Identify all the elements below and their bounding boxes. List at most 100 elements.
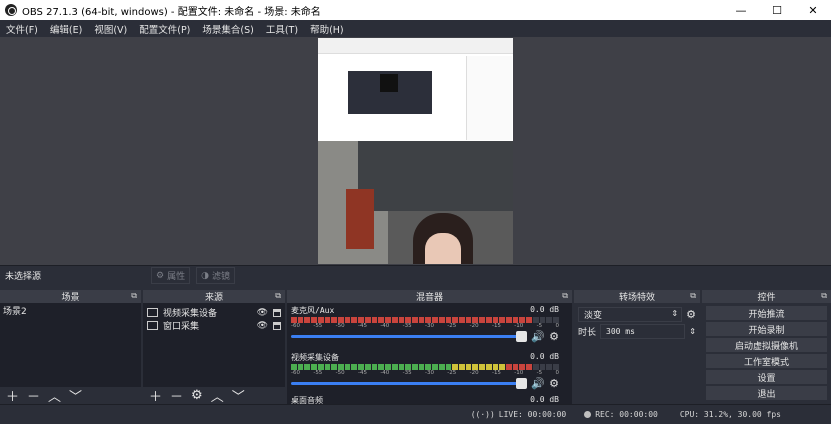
- scene-item[interactable]: 场景2: [0, 306, 141, 319]
- meter-tick-label: -60: [291, 323, 300, 329]
- mixer-channel-video-capture: 视频采集设备 0.0 dB -60 -55 -50 -45 -40 -35 -30 -25 -2…: [291, 352, 559, 390]
- meter-segment: [304, 317, 311, 323]
- remove-scene-icon[interactable]: －: [27, 386, 40, 405]
- maximize-button[interactable]: ☐: [759, 0, 795, 20]
- slider-knob[interactable]: [516, 331, 528, 342]
- lock-icon[interactable]: [273, 321, 281, 330]
- webcam-preview: [318, 141, 513, 264]
- nested-obs-thumbnail: [348, 71, 432, 114]
- add-source-icon[interactable]: ＋: [149, 386, 162, 405]
- source-label: 视频采集设备: [163, 309, 218, 319]
- gear-icon[interactable]: ⚙: [549, 330, 559, 343]
- meter-segment: [546, 364, 553, 370]
- meter-segment: [485, 317, 492, 323]
- start-virtual-camera-button[interactable]: 启动虚拟摄像机: [706, 338, 827, 352]
- document-ribbon: [318, 38, 513, 54]
- slider-knob[interactable]: [516, 378, 528, 389]
- move-up-icon[interactable]: ︿: [211, 386, 224, 405]
- visibility-eye-icon[interactable]: 👁: [257, 308, 268, 318]
- remove-source-icon[interactable]: －: [170, 386, 183, 405]
- undock-icon[interactable]: ⧉: [275, 291, 281, 301]
- undock-icon[interactable]: ⧉: [562, 291, 568, 301]
- transition-select[interactable]: 淡变 ⇕: [578, 307, 683, 322]
- transition-selected: 淡变: [584, 311, 603, 321]
- duration-input[interactable]: 300 ms: [600, 324, 686, 339]
- spinner-icon[interactable]: ⇕: [689, 327, 696, 336]
- title-bar: OBS 27.1.3 (64-bit, windows) - 配置文件: 未命名…: [0, 0, 831, 20]
- menu-tools[interactable]: 工具(T): [260, 22, 304, 36]
- filters-button[interactable]: ◑ 滤镜: [196, 267, 235, 284]
- menu-edit[interactable]: 编辑(E): [44, 22, 88, 36]
- controls-body: 开始推流 开始录制 启动虚拟摄像机 工作室模式 设置 退出: [702, 303, 831, 404]
- meter-tick-label: -45: [357, 370, 367, 376]
- exit-button[interactable]: 退出: [706, 386, 827, 400]
- undock-icon[interactable]: ⧉: [821, 291, 827, 301]
- document-side-panel: [466, 56, 512, 140]
- program-preview[interactable]: [318, 38, 513, 264]
- meter-segment: [526, 364, 532, 370]
- start-streaming-button[interactable]: 开始推流: [706, 306, 827, 320]
- menu-help[interactable]: 帮助(H): [304, 22, 350, 36]
- menu-file[interactable]: 文件(F): [0, 22, 44, 36]
- meter-segment: [351, 317, 358, 323]
- meter-tick-label: -25: [447, 370, 457, 376]
- duration-label: 时长: [578, 328, 597, 338]
- meter-segment: [479, 317, 485, 323]
- meter-segment: [371, 364, 378, 370]
- properties-button[interactable]: ⚙ 属性: [151, 267, 191, 284]
- meter-segment: [418, 364, 425, 370]
- move-down-icon[interactable]: ﹀: [232, 386, 245, 405]
- transitions-dock-header: 转场特效 ⧉: [574, 290, 700, 303]
- meter-segment: [418, 317, 425, 323]
- gear-icon[interactable]: ⚙: [686, 308, 696, 321]
- scenes-toolbar: ＋ － ︿ ﹀: [0, 386, 141, 405]
- gear-icon[interactable]: ⚙: [549, 377, 559, 390]
- move-up-icon[interactable]: ︿: [48, 386, 61, 405]
- undock-icon[interactable]: ⧉: [690, 291, 696, 301]
- scenes-dock: 场景 ⧉ 场景2 ＋ － ︿ ﹀: [0, 290, 141, 405]
- move-down-icon[interactable]: ﹀: [69, 386, 82, 405]
- source-item-video-capture[interactable]: 视频采集设备 👁: [143, 306, 285, 319]
- meter-ticks: -60 -55 -50 -45 -40 -35 -30 -25 -20 -15 -10 -5 0: [291, 323, 559, 330]
- menu-scene-collection[interactable]: 场景集合(S): [196, 22, 259, 36]
- meter-segment: [479, 364, 485, 370]
- meter-segment: [506, 364, 512, 370]
- meter-segment: [411, 364, 418, 370]
- channel-name: 视频采集设备: [291, 353, 339, 362]
- meter-tick-label: 0: [555, 370, 559, 376]
- meter-segment: [391, 364, 398, 370]
- sources-dock-header: 来源 ⧉: [143, 290, 285, 303]
- window-capture-preview: [318, 38, 513, 141]
- volume-slider[interactable]: [291, 331, 528, 342]
- meter-tick-label: -35: [402, 323, 412, 329]
- meter-segment: [458, 364, 465, 370]
- mixer-dock-title: 混音器: [415, 293, 443, 303]
- meter-segment: [526, 317, 532, 323]
- volume-slider[interactable]: [291, 378, 528, 389]
- meter-segment: [546, 317, 553, 323]
- source-item-window-capture[interactable]: 窗口采集 👁: [143, 319, 285, 332]
- add-scene-icon[interactable]: ＋: [6, 386, 19, 405]
- start-recording-button[interactable]: 开始录制: [706, 322, 827, 336]
- source-settings-gear-icon[interactable]: ⚙: [191, 388, 203, 403]
- transitions-dock-title: 转场特效: [618, 293, 655, 303]
- meter-segment: [324, 364, 331, 370]
- controls-dock: 控件 ⧉ 开始推流 开始录制 启动虚拟摄像机 工作室模式 设置 退出: [702, 290, 831, 404]
- meter-tick-label: -20: [469, 323, 479, 329]
- menu-view[interactable]: 视图(V): [88, 22, 133, 36]
- live-signal-icon: ((·)): [470, 410, 495, 419]
- menu-profile[interactable]: 配置文件(P): [133, 22, 196, 36]
- minimize-button[interactable]: —: [723, 0, 759, 20]
- meter-tick-label: -50: [335, 323, 345, 329]
- meter-segment: [458, 317, 465, 323]
- lock-icon[interactable]: [273, 308, 281, 317]
- studio-mode-button[interactable]: 工作室模式: [706, 354, 827, 368]
- undock-icon[interactable]: ⧉: [131, 291, 137, 301]
- close-button[interactable]: ✕: [795, 0, 831, 20]
- rec-timer: REC: 00:00:00: [595, 410, 658, 419]
- speaker-icon[interactable]: 🔊: [531, 330, 545, 343]
- settings-button[interactable]: 设置: [706, 370, 827, 384]
- transitions-dock: 转场特效 ⧉ 淡变 ⇕ ⚙ 时长 300 ms ⇕: [574, 290, 700, 404]
- visibility-eye-icon[interactable]: 👁: [257, 321, 268, 331]
- speaker-icon[interactable]: 🔊: [531, 377, 545, 390]
